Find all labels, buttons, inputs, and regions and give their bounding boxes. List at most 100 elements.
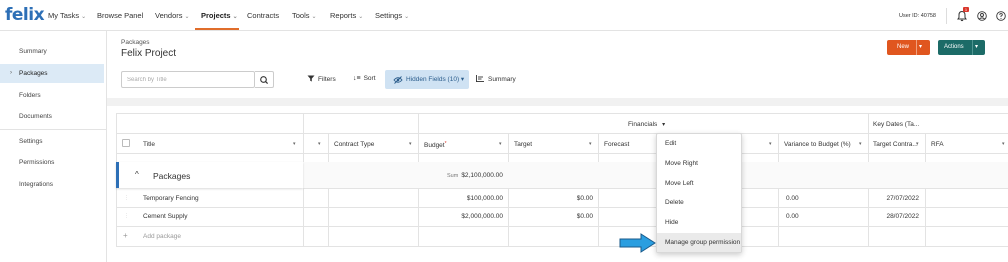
plus-icon[interactable]: + [123, 231, 128, 240]
cell-target[interactable]: $0.00 [508, 195, 593, 202]
drag-handle-icon[interactable]: ⋮ [124, 195, 129, 201]
cell-budget[interactable]: $2,000,000.00 [418, 213, 503, 220]
menu-item-manage-group-permission[interactable]: Manage group permission [657, 233, 741, 252]
chevron-up-icon[interactable]: ^ [135, 170, 139, 179]
user-id-label: User ID: 40758 [899, 13, 936, 19]
filters-button[interactable]: Filters [307, 75, 336, 83]
hidden-fields-button[interactable]: Hidden Fields (10) ▾ [385, 70, 469, 89]
sort-button[interactable]: ↓≡ Sort [353, 75, 376, 82]
add-row-input[interactable]: Add package [143, 233, 181, 240]
cell-title[interactable]: Temporary Fencing [143, 195, 199, 202]
caret-down-icon[interactable]: ▾ [318, 141, 321, 147]
caret-down-icon[interactable]: ▾ [1002, 141, 1005, 147]
cell-title[interactable]: Cement Supply [143, 213, 187, 220]
caret-down-icon[interactable]: ▾ [499, 141, 502, 147]
caret-down-icon[interactable]: ▾ [859, 141, 862, 147]
cell-budget[interactable]: $100,000.00 [418, 195, 503, 202]
search-input[interactable] [122, 72, 242, 87]
nav-label: Projects [201, 11, 231, 20]
search-button[interactable] [255, 71, 274, 88]
nav-settings[interactable]: Settings ⌄ [375, 11, 409, 20]
menu-item-delete[interactable]: Delete [657, 193, 741, 212]
chevron-right-icon: › [10, 70, 12, 76]
felix-logo[interactable]: felix [5, 5, 45, 25]
new-button[interactable]: New ▾ [887, 40, 930, 55]
nav-reports[interactable]: Reports ⌄ [330, 11, 363, 20]
sidebar-item-folders[interactable]: Folders [0, 86, 104, 105]
search-box [121, 71, 255, 88]
nav-browse-panel[interactable]: Browse Panel [97, 11, 143, 20]
sidebar-item-settings[interactable]: Settings [0, 132, 104, 151]
nav-contracts[interactable]: Contracts [247, 11, 279, 20]
chevron-down-icon[interactable]: ▾ [975, 43, 978, 50]
caret-down-icon[interactable]: ▾ [589, 141, 592, 147]
sidebar-item-documents[interactable]: Documents [0, 107, 104, 126]
divider [598, 133, 599, 246]
column-header-target-contract[interactable]: Target Contra... [873, 141, 918, 148]
help-circle-icon[interactable] [996, 11, 1006, 21]
caret-down-icon[interactable]: ▾ [916, 141, 919, 147]
column-group-financials[interactable]: Financials ▾ [628, 121, 665, 128]
nav-projects[interactable]: Projects ⌄ [201, 11, 238, 20]
divider [508, 133, 509, 246]
drag-handle-icon[interactable]: ⋮ [124, 213, 129, 219]
chevron-down-icon: ⌄ [184, 14, 190, 20]
divider [116, 153, 1008, 154]
sidebar-item-summary[interactable]: Summary [0, 42, 104, 61]
required-marker: * [444, 141, 447, 147]
nav-active-indicator [195, 28, 239, 30]
column-header-contract-type[interactable]: Contract Type [334, 141, 374, 148]
cell-target-contract[interactable]: 28/07/2022 [868, 213, 919, 220]
divider [0, 129, 107, 130]
sidebar-item-label: Permissions [19, 159, 55, 166]
divider [116, 133, 1008, 134]
menu-item-move-left[interactable]: Move Left [657, 174, 741, 193]
actions-button-label: Actions [944, 44, 964, 50]
select-all-checkbox[interactable] [122, 139, 130, 147]
summary-button[interactable]: Summary [476, 75, 516, 83]
group-sum-budget: Sum $2,100,000.00 [447, 172, 503, 179]
cell-variance[interactable]: 0.00 [786, 213, 799, 220]
sidebar-item-permissions[interactable]: Permissions [0, 153, 104, 172]
nav-vendors[interactable]: Vendors ⌄ [155, 11, 190, 20]
chevron-down-icon: ▾ [460, 76, 465, 83]
new-button-label: New [897, 44, 910, 50]
nav-label: Reports [330, 11, 357, 20]
sidebar-item-label: Integrations [19, 181, 53, 188]
sidebar-item-integrations[interactable]: Integrations [0, 175, 104, 194]
chevron-down-icon[interactable]: ▾ [919, 43, 922, 50]
column-header-variance[interactable]: Variance to Budget (%) [784, 141, 851, 148]
nav-tools[interactable]: Tools ⌄ [292, 11, 317, 20]
group-header-packages[interactable]: ^ Packages [116, 162, 303, 188]
column-header-target[interactable]: Target [514, 141, 532, 148]
breadcrumb[interactable]: Packages [121, 39, 150, 46]
caret-down-icon[interactable]: ▾ [662, 122, 665, 128]
column-group-label: Financials [628, 121, 658, 128]
divider [116, 226, 1008, 227]
nav-label: My Tasks [48, 11, 80, 20]
eye-slash-icon [393, 76, 403, 84]
nav-my-tasks[interactable]: My Tasks ⌄ [48, 11, 86, 20]
pointer-arrow-icon [619, 233, 656, 253]
cell-variance[interactable]: 0.00 [786, 195, 799, 202]
caret-down-icon[interactable]: ▾ [293, 141, 296, 147]
sidebar-item-label: Folders [19, 92, 41, 99]
menu-item-hide[interactable]: Hide [657, 213, 741, 232]
nav-label: Contracts [247, 11, 280, 20]
column-header-forecast[interactable]: Forecast [604, 141, 629, 148]
notification-badge: 1 [963, 7, 969, 12]
column-group-key-dates[interactable]: Key Dates (Ta... [873, 121, 919, 128]
page-title: Felix Project [121, 48, 177, 59]
user-circle-icon[interactable] [977, 11, 987, 21]
cell-target-contract[interactable]: 27/07/2022 [868, 195, 919, 202]
caret-down-icon[interactable]: ▾ [409, 141, 412, 147]
menu-item-edit[interactable]: Edit [657, 134, 741, 153]
column-header-rfa[interactable]: RFA [931, 141, 944, 148]
column-header-title[interactable]: Title [143, 141, 155, 148]
column-header-budget[interactable]: Budget* [424, 141, 447, 149]
menu-item-move-right[interactable]: Move Right [657, 154, 741, 173]
sidebar-item-packages[interactable]: › Packages [0, 64, 104, 83]
caret-down-icon[interactable]: ▾ [769, 141, 772, 147]
cell-target[interactable]: $0.00 [508, 213, 593, 220]
actions-button[interactable]: Actions ▾ [938, 40, 985, 55]
